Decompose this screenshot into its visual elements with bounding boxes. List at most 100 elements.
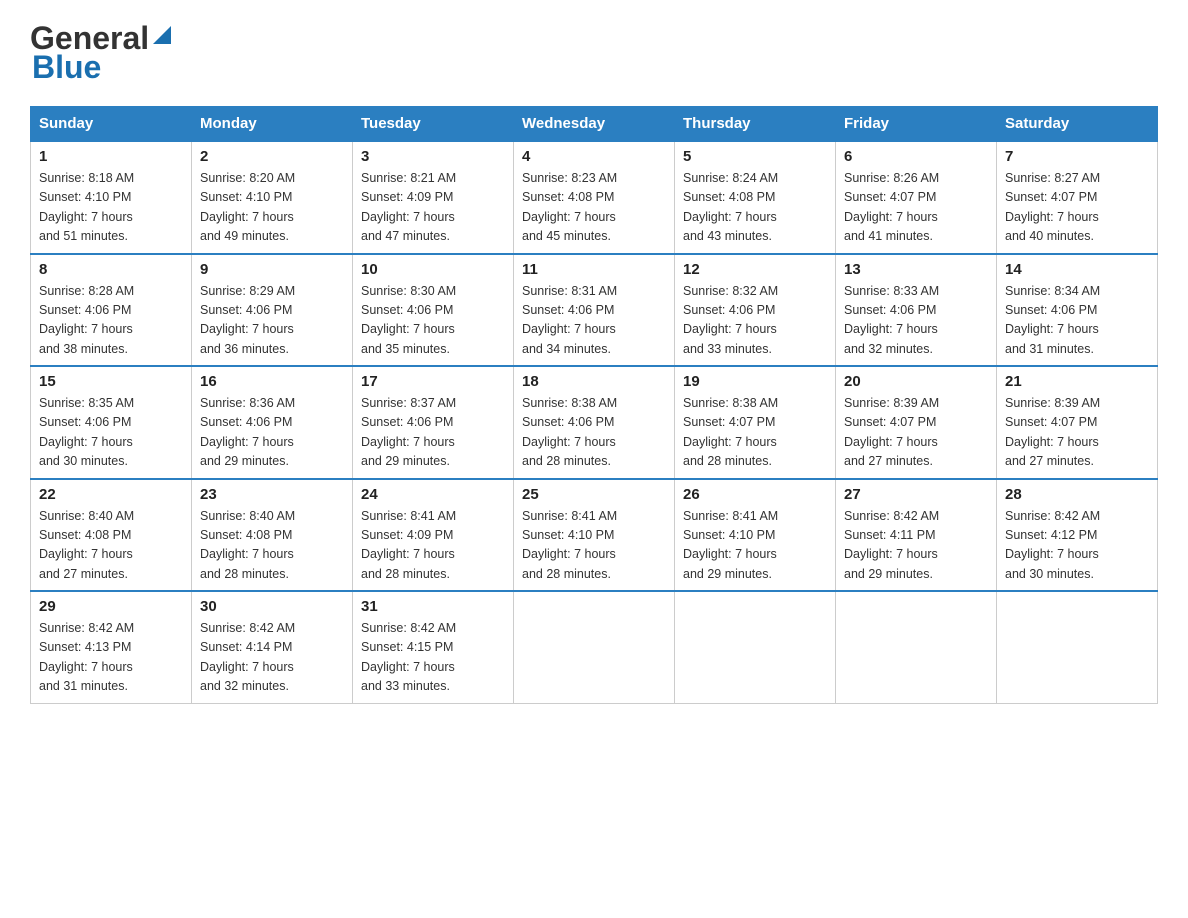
week-row-5: 29 Sunrise: 8:42 AMSunset: 4:13 PMDayligh… — [31, 591, 1158, 703]
day-number: 28 — [1005, 486, 1149, 503]
calendar-cell: 30Sunrise: 8:42 AMSunset: 4:14 PMDayligh… — [192, 591, 353, 703]
calendar-cell — [514, 591, 675, 703]
day-info: Sunrise: 8:27 AMSunset: 4:07 PMDaylight:… — [1005, 169, 1149, 247]
logo-triangle-icon — [151, 24, 173, 46]
calendar-cell: 29 Sunrise: 8:42 AMSunset: 4:13 PMDayligh… — [31, 591, 192, 703]
day-info: Sunrise: 8:42 AMSunset: 4:13 PMDaylight:… — [39, 619, 183, 697]
calendar-cell: 1 Sunrise: 8:18 AMSunset: 4:10 PMDaylight… — [31, 141, 192, 254]
day-number: 31 — [361, 598, 505, 615]
day-info: Sunrise: 8:23 AMSunset: 4:08 PMDaylight:… — [522, 169, 666, 247]
calendar-cell: 23 Sunrise: 8:40 AMSunset: 4:08 PMDayligh… — [192, 479, 353, 592]
calendar-cell: 3Sunrise: 8:21 AMSunset: 4:09 PMDaylight… — [353, 141, 514, 254]
calendar-cell: 24Sunrise: 8:41 AMSunset: 4:09 PMDayligh… — [353, 479, 514, 592]
day-info: Sunrise: 8:38 AMSunset: 4:07 PMDaylight:… — [683, 394, 827, 472]
logo: General Blue — [30, 20, 173, 86]
day-info: Sunrise: 8:20 AMSunset: 4:10 PMDaylight:… — [200, 169, 344, 247]
calendar-cell: 12 Sunrise: 8:32 AMSunset: 4:06 PMDayligh… — [675, 254, 836, 367]
calendar-cell: 8Sunrise: 8:28 AMSunset: 4:06 PMDaylight… — [31, 254, 192, 367]
calendar-cell: 9 Sunrise: 8:29 AMSunset: 4:06 PMDaylight… — [192, 254, 353, 367]
day-number: 25 — [522, 486, 666, 503]
day-info: Sunrise: 8:31 AMSunset: 4:06 PMDaylight:… — [522, 282, 666, 360]
day-number: 23 — [200, 486, 344, 503]
day-number: 6 — [844, 148, 988, 165]
calendar-cell: 11 Sunrise: 8:31 AMSunset: 4:06 PMDayligh… — [514, 254, 675, 367]
day-number: 29 — [39, 598, 183, 615]
day-info: Sunrise: 8:35 AMSunset: 4:06 PMDaylight:… — [39, 394, 183, 472]
calendar-cell: 15 Sunrise: 8:35 AMSunset: 4:06 PMDayligh… — [31, 366, 192, 479]
day-info: Sunrise: 8:41 AMSunset: 4:09 PMDaylight:… — [361, 507, 505, 585]
day-number: 27 — [844, 486, 988, 503]
calendar-cell: 10 Sunrise: 8:30 AMSunset: 4:06 PMDayligh… — [353, 254, 514, 367]
day-info: Sunrise: 8:39 AMSunset: 4:07 PMDaylight:… — [1005, 394, 1149, 472]
day-info: Sunrise: 8:33 AMSunset: 4:06 PMDaylight:… — [844, 282, 988, 360]
day-number: 16 — [200, 373, 344, 390]
logo-blue-text: Blue — [32, 49, 101, 86]
day-info: Sunrise: 8:32 AMSunset: 4:06 PMDaylight:… — [683, 282, 827, 360]
calendar-cell: 28Sunrise: 8:42 AMSunset: 4:12 PMDayligh… — [997, 479, 1158, 592]
page-header: General Blue — [30, 20, 1158, 86]
day-info: Sunrise: 8:41 AMSunset: 4:10 PMDaylight:… — [522, 507, 666, 585]
day-info: Sunrise: 8:41 AMSunset: 4:10 PMDaylight:… — [683, 507, 827, 585]
header-sunday: Sunday — [31, 107, 192, 142]
day-info: Sunrise: 8:29 AMSunset: 4:06 PMDaylight:… — [200, 282, 344, 360]
day-info: Sunrise: 8:40 AMSunset: 4:08 PMDaylight:… — [200, 507, 344, 585]
header-thursday: Thursday — [675, 107, 836, 142]
day-number: 10 — [361, 261, 505, 278]
day-number: 12 — [683, 261, 827, 278]
week-row-4: 22 Sunrise: 8:40 AMSunset: 4:08 PMDayligh… — [31, 479, 1158, 592]
day-number: 2 — [200, 148, 344, 165]
day-info: Sunrise: 8:28 AMSunset: 4:06 PMDaylight:… — [39, 282, 183, 360]
day-number: 7 — [1005, 148, 1149, 165]
calendar-cell: 6 Sunrise: 8:26 AMSunset: 4:07 PMDaylight… — [836, 141, 997, 254]
day-info: Sunrise: 8:24 AMSunset: 4:08 PMDaylight:… — [683, 169, 827, 247]
day-number: 11 — [522, 261, 666, 278]
calendar-cell: 4Sunrise: 8:23 AMSunset: 4:08 PMDaylight… — [514, 141, 675, 254]
day-info: Sunrise: 8:30 AMSunset: 4:06 PMDaylight:… — [361, 282, 505, 360]
header-saturday: Saturday — [997, 107, 1158, 142]
day-info: Sunrise: 8:38 AMSunset: 4:06 PMDaylight:… — [522, 394, 666, 472]
day-number: 18 — [522, 373, 666, 390]
day-number: 20 — [844, 373, 988, 390]
day-number: 15 — [39, 373, 183, 390]
calendar-cell: 22 Sunrise: 8:40 AMSunset: 4:08 PMDayligh… — [31, 479, 192, 592]
day-info: Sunrise: 8:36 AMSunset: 4:06 PMDaylight:… — [200, 394, 344, 472]
calendar-table: SundayMondayTuesdayWednesdayThursdayFrid… — [30, 106, 1158, 704]
day-number: 9 — [200, 261, 344, 278]
day-number: 3 — [361, 148, 505, 165]
week-row-3: 15 Sunrise: 8:35 AMSunset: 4:06 PMDayligh… — [31, 366, 1158, 479]
day-number: 21 — [1005, 373, 1149, 390]
day-info: Sunrise: 8:40 AMSunset: 4:08 PMDaylight:… — [39, 507, 183, 585]
calendar-cell: 20 Sunrise: 8:39 AMSunset: 4:07 PMDayligh… — [836, 366, 997, 479]
calendar-cell — [836, 591, 997, 703]
day-number: 17 — [361, 373, 505, 390]
day-number: 1 — [39, 148, 183, 165]
calendar-cell: 2 Sunrise: 8:20 AMSunset: 4:10 PMDaylight… — [192, 141, 353, 254]
day-number: 30 — [200, 598, 344, 615]
day-number: 13 — [844, 261, 988, 278]
day-number: 14 — [1005, 261, 1149, 278]
day-info: Sunrise: 8:42 AMSunset: 4:15 PMDaylight:… — [361, 619, 505, 697]
calendar-cell: 7 Sunrise: 8:27 AMSunset: 4:07 PMDaylight… — [997, 141, 1158, 254]
header-wednesday: Wednesday — [514, 107, 675, 142]
calendar-cell: 21 Sunrise: 8:39 AMSunset: 4:07 PMDayligh… — [997, 366, 1158, 479]
day-info: Sunrise: 8:18 AMSunset: 4:10 PMDaylight:… — [39, 169, 183, 247]
calendar-cell: 18 Sunrise: 8:38 AMSunset: 4:06 PMDayligh… — [514, 366, 675, 479]
calendar-cell: 13 Sunrise: 8:33 AMSunset: 4:06 PMDayligh… — [836, 254, 997, 367]
day-info: Sunrise: 8:39 AMSunset: 4:07 PMDaylight:… — [844, 394, 988, 472]
header-friday: Friday — [836, 107, 997, 142]
calendar-cell: 16 Sunrise: 8:36 AMSunset: 4:06 PMDayligh… — [192, 366, 353, 479]
calendar-header-row: SundayMondayTuesdayWednesdayThursdayFrid… — [31, 107, 1158, 142]
calendar-cell: 25 Sunrise: 8:41 AMSunset: 4:10 PMDayligh… — [514, 479, 675, 592]
header-monday: Monday — [192, 107, 353, 142]
day-number: 22 — [39, 486, 183, 503]
calendar-cell — [675, 591, 836, 703]
calendar-cell: 14Sunrise: 8:34 AMSunset: 4:06 PMDayligh… — [997, 254, 1158, 367]
day-info: Sunrise: 8:26 AMSunset: 4:07 PMDaylight:… — [844, 169, 988, 247]
calendar-cell: 26Sunrise: 8:41 AMSunset: 4:10 PMDayligh… — [675, 479, 836, 592]
day-info: Sunrise: 8:42 AMSunset: 4:11 PMDaylight:… — [844, 507, 988, 585]
week-row-1: 1 Sunrise: 8:18 AMSunset: 4:10 PMDaylight… — [31, 141, 1158, 254]
day-number: 19 — [683, 373, 827, 390]
calendar-cell: 31 Sunrise: 8:42 AMSunset: 4:15 PMDayligh… — [353, 591, 514, 703]
day-info: Sunrise: 8:37 AMSunset: 4:06 PMDaylight:… — [361, 394, 505, 472]
calendar-cell: 17 Sunrise: 8:37 AMSunset: 4:06 PMDayligh… — [353, 366, 514, 479]
